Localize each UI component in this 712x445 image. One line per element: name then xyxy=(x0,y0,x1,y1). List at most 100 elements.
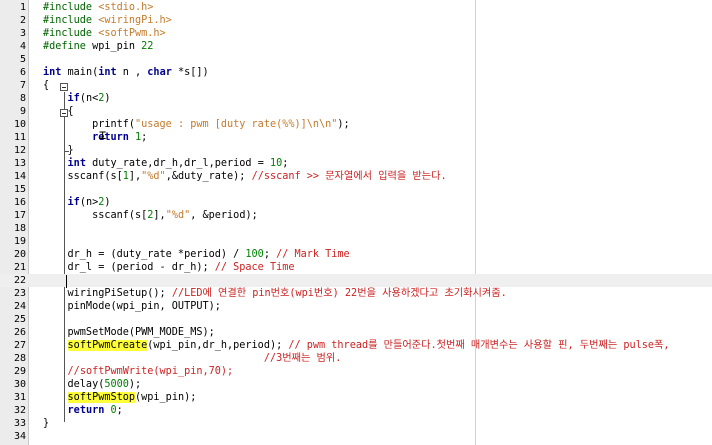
code-token: char xyxy=(147,67,172,78)
code-line[interactable]: 20 dr_h = (duty_rate *period) / 100; // … xyxy=(0,248,712,261)
code-token: <wiringPi.h> xyxy=(98,15,172,26)
code-token: 5000 xyxy=(104,379,129,390)
code-text: printf("usage : pwm [duty rate(%%)]\n\n"… xyxy=(43,118,350,131)
line-number: 17 xyxy=(13,210,26,221)
code-text: dr_h = (duty_rate *period) / 100; // Mar… xyxy=(43,248,350,261)
code-line[interactable]: 14 sscanf(s[1],"%d",&duty_rate); //sscan… xyxy=(0,170,712,183)
highlighted-token: softPwmCreate xyxy=(67,340,148,351)
code-token: //sscanf >> 문자열에서 입력을 받는다. xyxy=(251,171,447,182)
code-token: 100 xyxy=(245,249,264,260)
line-number: 5 xyxy=(19,54,26,65)
code-token: wpi_pin xyxy=(92,41,142,52)
code-token: (n> xyxy=(79,197,99,208)
code-token: // Space Time xyxy=(214,262,295,273)
code-token: ; xyxy=(263,249,277,260)
code-token: ; xyxy=(141,132,148,143)
code-line[interactable]: 29 //softPwmWrite(wpi_pin,70); xyxy=(0,365,712,378)
code-token: "%d" xyxy=(141,171,166,182)
code-token: wiringPiSetup(); xyxy=(43,288,172,299)
code-token: //LED에 연결한 pin번호(wpi번호) 22번을 사용하겠다고 초기화시… xyxy=(171,288,507,299)
line-number: 3 xyxy=(19,28,26,39)
code-line[interactable]: 11 return 1; xyxy=(0,131,712,144)
code-line[interactable]: 26 pwmSetMode(PWM_MODE_MS); xyxy=(0,326,712,339)
code-token: ); xyxy=(128,379,142,390)
code-line[interactable]: 16 if(n>2) xyxy=(0,196,712,209)
code-token: main( xyxy=(61,67,99,78)
code-text: return 0; xyxy=(43,404,123,417)
code-text: #include <softPwm.h> xyxy=(43,27,166,40)
code-line[interactable]: 24 pinMode(wpi_pin, OUTPUT); xyxy=(0,300,712,313)
line-number: 34 xyxy=(13,431,26,442)
code-line[interactable]: 33} xyxy=(0,417,712,430)
line-number: 23 xyxy=(13,288,26,299)
line-number: 29 xyxy=(13,366,26,377)
code-line[interactable]: 22 xyxy=(0,274,712,287)
code-text: //3번째는 범위. xyxy=(43,352,342,365)
code-line[interactable]: 2 #include <wiringPi.h> xyxy=(0,14,712,27)
code-token: *s[]) xyxy=(171,67,209,78)
line-number: 1 xyxy=(19,2,26,13)
code-line[interactable]: 15 xyxy=(0,183,712,196)
code-token: int xyxy=(98,67,117,78)
code-line[interactable]: 18 xyxy=(0,222,712,235)
code-line[interactable]: 8 if(n<2) xyxy=(0,92,712,105)
code-token: ,&duty_rate); xyxy=(165,171,252,182)
code-token: #include xyxy=(43,2,99,13)
code-token: sscanf(s[ xyxy=(43,171,123,182)
code-token: int xyxy=(67,158,86,169)
line-number: 24 xyxy=(13,301,26,312)
code-token: pinMode(wpi_pin, OUTPUT); xyxy=(43,301,221,312)
code-line[interactable]: 34 xyxy=(0,430,712,443)
code-text: softPwmStop(wpi_pin); xyxy=(43,391,196,404)
code-line[interactable]: 17 sscanf(s[2],"%d", &period); xyxy=(0,209,712,222)
code-line[interactable]: 12 } xyxy=(0,144,712,157)
code-line[interactable]: 13 int duty_rate,dr_h,dr_l,period = 10; xyxy=(0,157,712,170)
code-text: //softPwmWrite(wpi_pin,70); xyxy=(43,365,234,378)
code-line[interactable]: 25 xyxy=(0,313,712,326)
code-token: int xyxy=(43,67,62,78)
line-number: 22 xyxy=(13,275,26,286)
code-token: <stdio.h> xyxy=(98,2,154,13)
code-line[interactable]: 32 return 0; xyxy=(0,404,712,417)
code-line[interactable]: 23 wiringPiSetup(); //LED에 연결한 pin번호(wpi… xyxy=(0,287,712,300)
code-text: pinMode(wpi_pin, OUTPUT); xyxy=(43,300,221,313)
code-lines: 1 #include <stdio.h> 2 #include <wiringPi.h… xyxy=(0,1,712,443)
code-text: sscanf(s[1],"%d",&duty_rate); //sscanf >… xyxy=(43,170,447,183)
code-line[interactable]: 4 #define wpi_pin 22 xyxy=(0,40,712,53)
code-line[interactable]: 1 #include <stdio.h> xyxy=(0,1,712,14)
code-editor[interactable]: 1 #include <stdio.h> 2 #include <wiringPi.h… xyxy=(0,0,712,445)
code-line[interactable]: 19 xyxy=(0,235,712,248)
code-token: 22 xyxy=(141,41,154,52)
line-number: 26 xyxy=(13,327,26,338)
line-number: 19 xyxy=(13,236,26,247)
code-line[interactable]: 31 softPwmStop(wpi_pin); xyxy=(0,391,712,404)
line-number: 20 xyxy=(13,249,26,260)
code-token: #define xyxy=(43,41,93,52)
code-token: } xyxy=(43,145,74,156)
code-line[interactable]: 5 xyxy=(0,53,712,66)
code-line[interactable]: 7{ xyxy=(0,79,712,92)
code-line[interactable]: 21 dr_l = (period - dr_h); // Space Time xyxy=(0,261,712,274)
code-line[interactable]: 28 //3번째는 범위. xyxy=(0,352,712,365)
code-token: pwmSetMode(PWM_MODE_MS); xyxy=(43,327,215,338)
code-line[interactable]: 6 int main(int n , char *s[]) xyxy=(0,66,712,79)
line-number: 4 xyxy=(19,41,26,52)
code-token: (n< xyxy=(79,93,99,104)
code-line[interactable]: 10 printf("usage : pwm [duty rate(%%)]\n… xyxy=(0,118,712,131)
line-number: 2 xyxy=(19,15,26,26)
code-line[interactable]: 30 delay(5000); xyxy=(0,378,712,391)
code-line[interactable]: 27 softPwmCreate(wpi_pin,dr_h,period); /… xyxy=(0,339,712,352)
highlighted-token: softPwmStop xyxy=(67,392,136,403)
line-number: 27 xyxy=(13,340,26,351)
code-token: printf( xyxy=(43,119,136,130)
code-line[interactable]: 3 #include <softPwm.h> xyxy=(0,27,712,40)
code-text: if(n<2) xyxy=(43,92,111,105)
code-token: #include xyxy=(43,28,99,39)
code-token: if xyxy=(67,93,80,104)
code-text: softPwmCreate(wpi_pin,dr_h,period); // p… xyxy=(43,339,670,352)
code-text: #include <wiringPi.h> xyxy=(43,14,172,27)
code-line[interactable]: 9 { xyxy=(0,105,712,118)
